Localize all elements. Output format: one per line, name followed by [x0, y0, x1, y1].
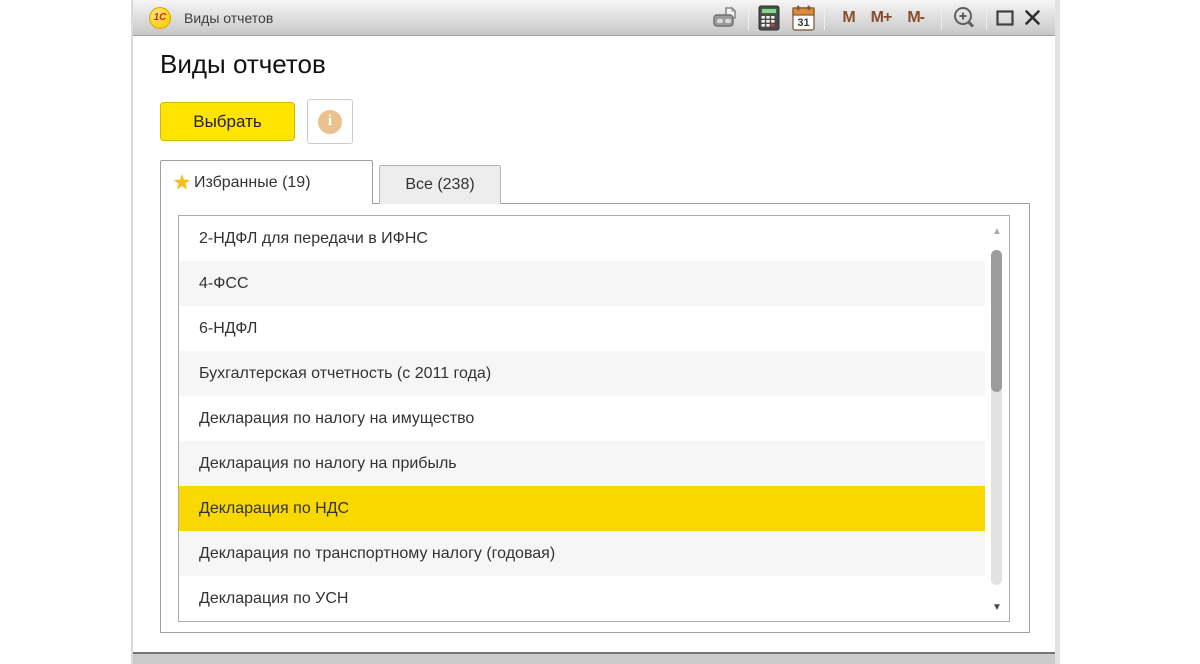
calculator-icon[interactable]: [758, 5, 780, 31]
scrollbar[interactable]: ▲ ▼: [985, 216, 1009, 621]
close-icon[interactable]: [1014, 9, 1041, 26]
list-item[interactable]: Бухгалтерская отчетность (с 2011 года): [179, 351, 985, 396]
toolbar-separator: [986, 5, 987, 30]
report-list: 2-НДФЛ для передачи в ИФНС 4-ФСС 6-НДФЛ Бух…: [179, 216, 985, 621]
info-button[interactable]: i: [307, 99, 353, 144]
scrollbar-thumb[interactable]: [991, 250, 1002, 392]
tab-all-label: Все (238): [405, 176, 475, 193]
toolbar-separator: [748, 5, 750, 30]
list-item[interactable]: 4-ФСС: [179, 261, 985, 306]
list-item[interactable]: Декларация по налогу на прибыль: [179, 441, 985, 486]
toolbar-separator: [824, 5, 826, 30]
list-item[interactable]: Декларация по налогу на имущество: [179, 396, 985, 441]
report-listbox: 2-НДФЛ для передачи в ИФНС 4-ФСС 6-НДФЛ Бух…: [178, 215, 1010, 622]
zoom-in-icon[interactable]: [951, 5, 977, 31]
tab-all[interactable]: Все (238): [379, 165, 501, 204]
window-content: Виды отчетов Выбрать i ★ Избранные (19) …: [133, 36, 1055, 652]
info-icon: i: [318, 109, 342, 134]
list-item[interactable]: 6-НДФЛ: [179, 306, 985, 351]
tab-panel: 2-НДФЛ для передачи в ИФНС 4-ФСС 6-НДФЛ Бух…: [160, 203, 1030, 633]
page-title: Виды отчетов: [160, 49, 326, 79]
printer-icon[interactable]: [711, 6, 739, 30]
scroll-up-icon[interactable]: ▲: [985, 226, 1009, 237]
scroll-down-icon[interactable]: ▼: [985, 602, 1009, 613]
titlebar-toolbar: 31 M M+ M-: [711, 5, 1041, 31]
calendar-icon[interactable]: 31: [792, 5, 816, 31]
tab-favorites[interactable]: ★ Избранные (19): [160, 160, 373, 204]
memory-m-plus-button[interactable]: M+: [863, 9, 900, 27]
memory-m-minus-button[interactable]: M-: [899, 9, 932, 27]
calendar-day-label: 31: [798, 17, 810, 29]
toolbar-separator: [941, 5, 942, 30]
title-bar: 1С Виды отчетов 31 M M+ M-: [133, 0, 1055, 36]
window-title: Виды отчетов: [184, 9, 274, 26]
tab-favorites-label: Избранные (19): [193, 173, 311, 191]
star-icon: ★: [173, 172, 191, 194]
app-window: 1С Виды отчетов 31 M M+ M- Виды отчетов …: [131, 0, 1060, 664]
1c-logo-icon: 1С: [149, 6, 171, 29]
list-item[interactable]: Декларация по УСН: [179, 576, 985, 621]
maximize-icon[interactable]: [996, 9, 1014, 26]
memory-m-button[interactable]: M: [834, 9, 862, 27]
status-bar: [133, 652, 1055, 664]
select-button[interactable]: Выбрать: [160, 102, 295, 141]
list-item[interactable]: Декларация по НДС: [179, 486, 985, 531]
list-item[interactable]: 2-НДФЛ для передачи в ИФНС: [179, 216, 985, 261]
list-item[interactable]: Декларация по транспортному налогу (годо…: [179, 531, 985, 576]
